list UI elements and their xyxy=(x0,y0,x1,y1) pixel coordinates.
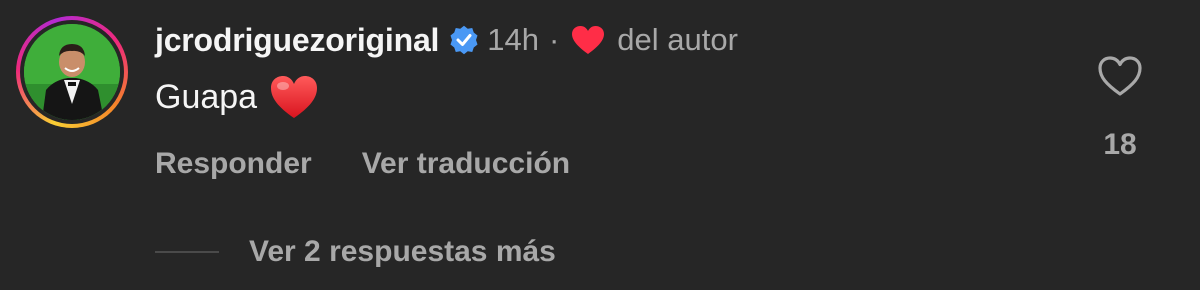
verified-badge-icon xyxy=(449,25,479,55)
reply-button[interactable]: Responder xyxy=(155,147,312,181)
comment-time: 14h xyxy=(487,22,539,57)
replies-divider xyxy=(155,251,219,253)
red-heart-emoji xyxy=(269,74,319,120)
like-count: 18 xyxy=(1103,128,1137,161)
comment-header: jcrodriguezoriginal 14h · del autor xyxy=(155,18,738,62)
avatar-story-ring[interactable] xyxy=(16,16,128,128)
avatar-image xyxy=(24,24,120,120)
comment-text: Guapa xyxy=(155,77,258,116)
username[interactable]: jcrodriguezoriginal xyxy=(155,22,439,59)
see-translation-button[interactable]: Ver traducción xyxy=(362,147,570,181)
view-more-replies-button[interactable]: Ver 2 respuestas más xyxy=(249,235,556,269)
comment-body: Guapa xyxy=(155,74,319,120)
separator-dot: · xyxy=(548,22,560,57)
heart-outline-icon[interactable] xyxy=(1096,54,1144,98)
avatar[interactable] xyxy=(24,24,120,120)
comment: jcrodriguezoriginal 14h · del autor Guap… xyxy=(0,0,1200,290)
like-area: 18 xyxy=(1090,54,1150,162)
heart-filled-icon xyxy=(571,25,605,55)
liked-by-author-label: del autor xyxy=(617,22,738,57)
comment-actions: Responder Ver traducción xyxy=(155,142,570,186)
view-replies-row: Ver 2 respuestas más xyxy=(155,230,556,274)
